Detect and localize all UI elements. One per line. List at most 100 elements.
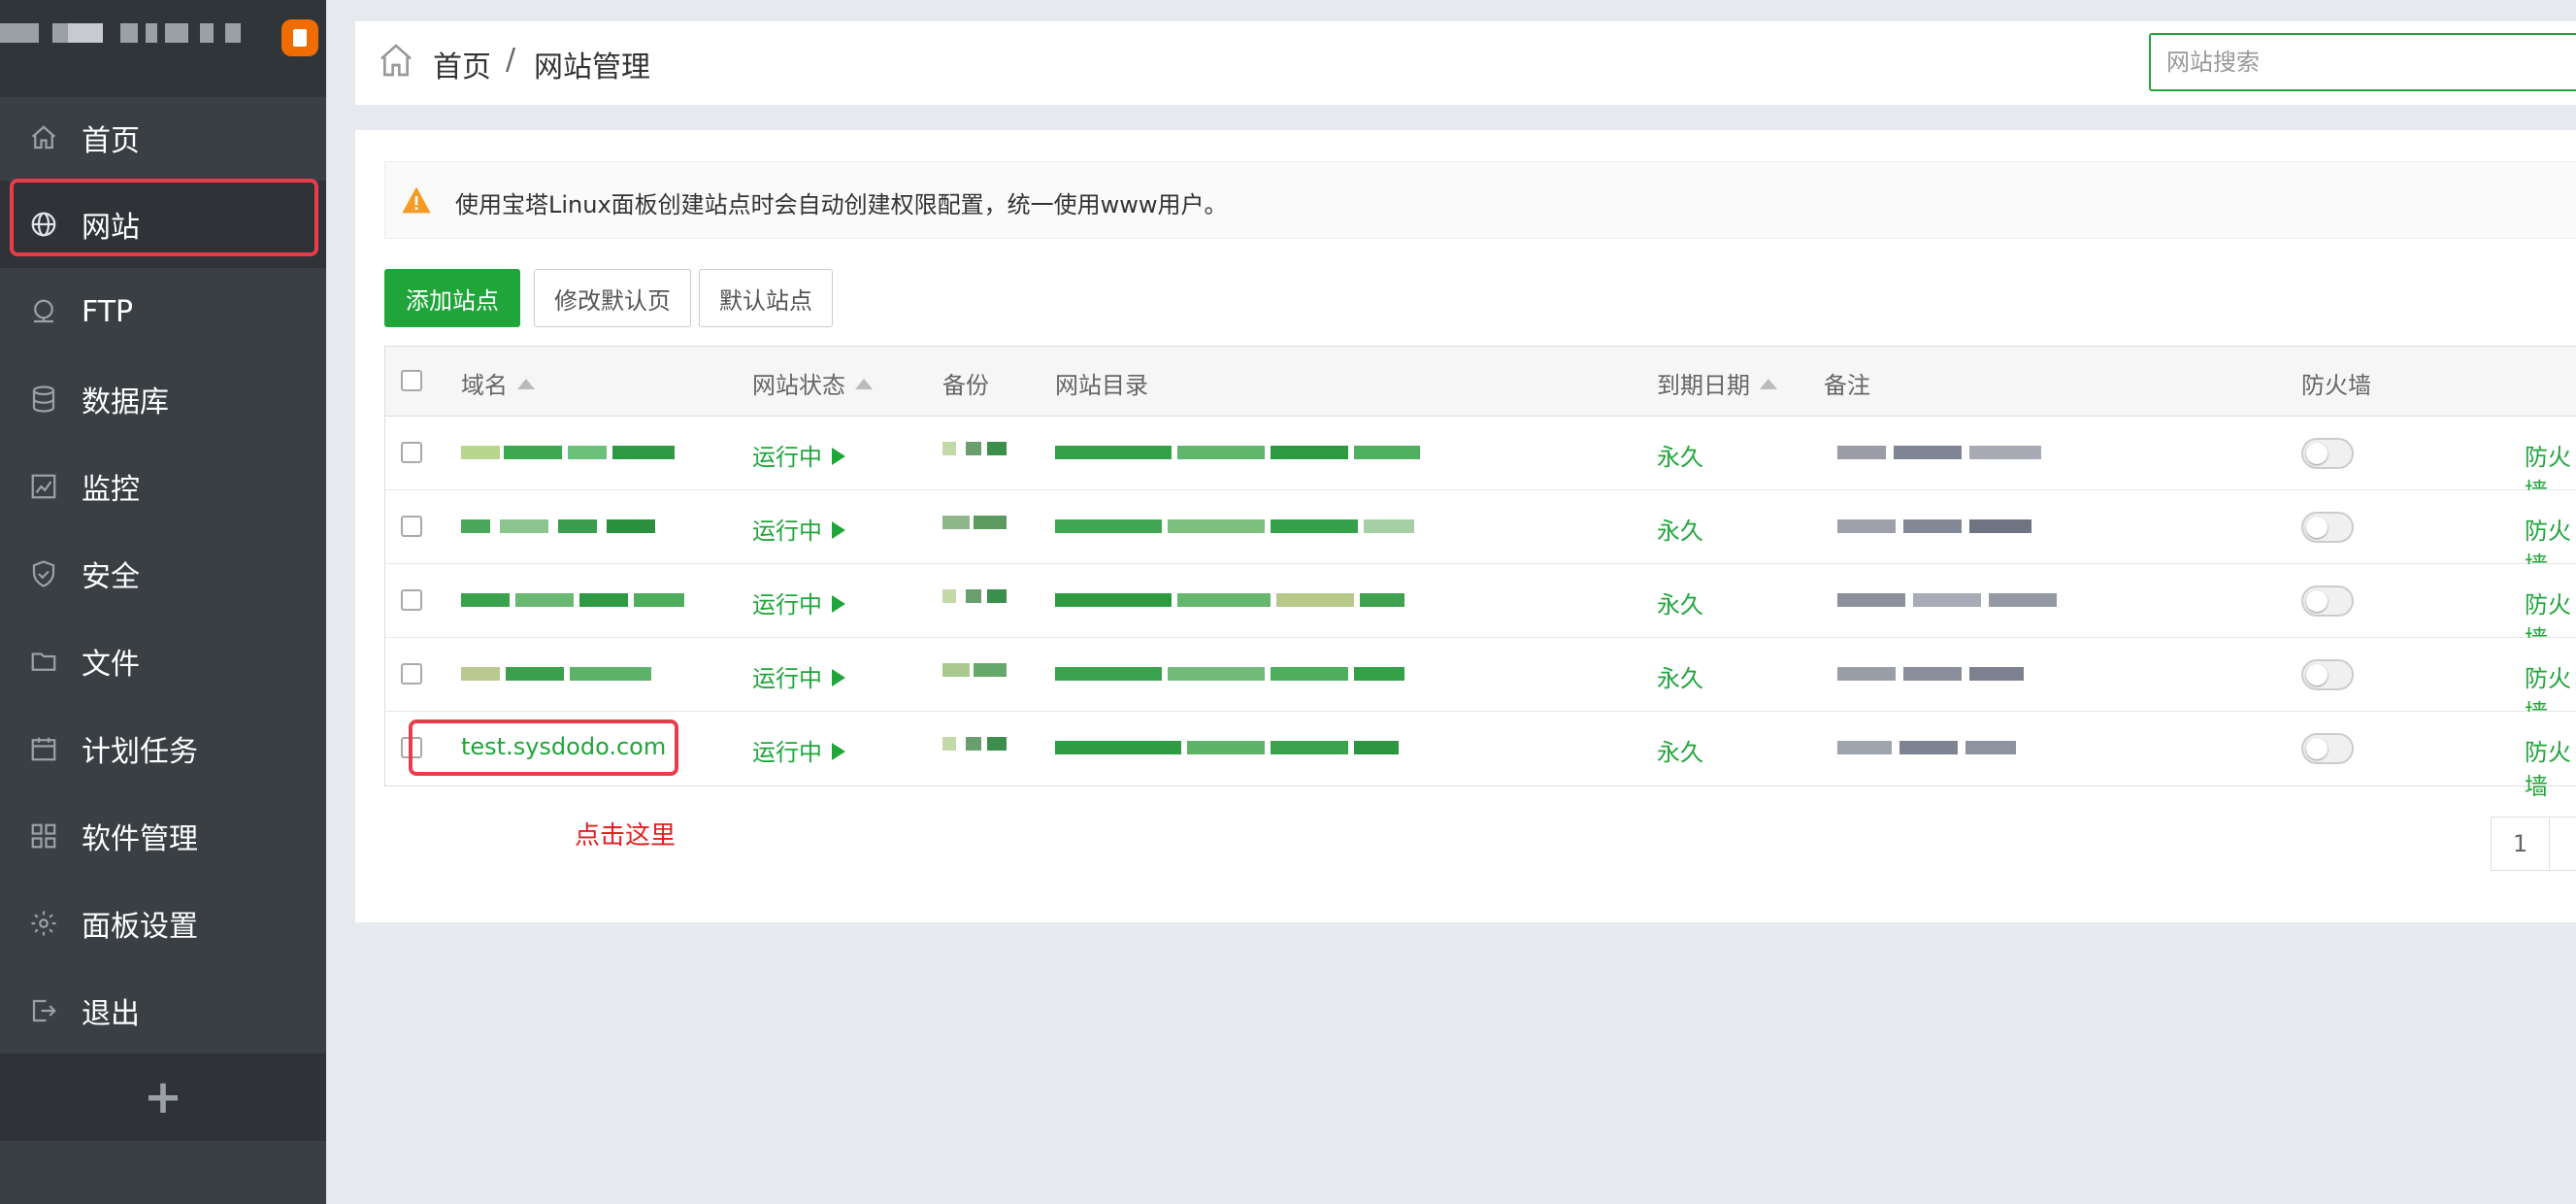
blurred-backup[interactable] (942, 663, 1010, 677)
warning-icon (401, 185, 432, 215)
column-root: 网站目录 (1055, 372, 1148, 399)
sidebar-item-logout[interactable]: 退出 (0, 967, 326, 1054)
firewall-toggle[interactable] (2301, 585, 2354, 617)
expire-date[interactable]: 永久 (1657, 733, 1703, 767)
default-site-button[interactable]: 默认站点 (699, 269, 833, 327)
column-status[interactable]: 网站状态 (752, 366, 873, 400)
select-all-checkbox[interactable] (401, 370, 422, 391)
row-checkbox[interactable] (401, 442, 422, 463)
table-row: 运行中 永久 防火墙 (385, 417, 2576, 505)
notice-text: 使用宝塔Linux面板创建站点时会自动创建权限配置，统一使用www用户。 (455, 191, 1228, 218)
sidebar-item-security[interactable]: 安全 (0, 530, 326, 618)
blurred-remark[interactable] (1837, 741, 2016, 754)
status-running[interactable]: 运行中 (752, 585, 845, 619)
expire-date[interactable]: 永久 (1657, 585, 1703, 619)
column-expire-label: 到期日期 (1657, 372, 1750, 399)
play-icon (832, 521, 845, 539)
sidebar-item-label: 监控 (82, 473, 140, 507)
gear-icon (29, 909, 58, 938)
page-1-button[interactable]: 1 (2492, 818, 2550, 870)
status-text: 运行中 (752, 591, 822, 619)
column-domain[interactable]: 域名 (461, 366, 535, 400)
sidebar-item-database[interactable]: 数据库 (0, 355, 326, 443)
home-icon[interactable] (377, 41, 415, 80)
sidebar-item-software[interactable]: 软件管理 (0, 792, 326, 880)
sidebar-header (0, 0, 326, 97)
website-highlight-box (10, 179, 318, 256)
expire-date[interactable]: 永久 (1657, 659, 1703, 693)
site-search-input[interactable] (2149, 33, 2576, 91)
blurred-root-path[interactable] (1055, 519, 1414, 533)
sidebar-item-label: FTP (82, 294, 134, 329)
sidebar-item-label: 安全 (82, 560, 140, 594)
row-checkbox[interactable] (401, 516, 422, 537)
sidebar-item-label: 计划任务 (82, 735, 198, 769)
blurred-remark[interactable] (1837, 519, 2031, 533)
sidebar-item-files[interactable]: 文件 (0, 618, 326, 705)
blurred-remark[interactable] (1837, 667, 2024, 681)
blurred-server-name (0, 23, 243, 43)
blurred-backup[interactable] (942, 442, 1010, 455)
blurred-domain[interactable] (461, 446, 675, 459)
table-header: 域名 网站状态 备份 网站目录 到期日期 备注 防火墙 (385, 347, 2576, 417)
top-bar: 首页 / 网站管理 (355, 21, 2576, 105)
blurred-domain[interactable] (461, 519, 655, 533)
row-checkbox[interactable] (401, 589, 422, 611)
brand-logo-icon[interactable] (281, 19, 318, 56)
domain-highlight-box (409, 719, 678, 776)
click-here-annotation: 点击这里 (575, 821, 677, 851)
logout-icon (29, 996, 58, 1025)
blurred-root-path[interactable] (1055, 667, 1404, 681)
sidebar-item-label: 数据库 (82, 385, 169, 419)
column-status-label: 网站状态 (752, 372, 845, 399)
column-remark: 备注 (1824, 372, 1870, 399)
status-running[interactable]: 运行中 (752, 659, 845, 693)
status-running[interactable]: 运行中 (752, 438, 845, 472)
expire-date[interactable]: 永久 (1657, 438, 1703, 472)
status-running[interactable]: 运行中 (752, 733, 845, 767)
blurred-root-path[interactable] (1055, 593, 1404, 607)
firewall-toggle[interactable] (2301, 659, 2354, 690)
blurred-domain[interactable] (461, 667, 651, 681)
firewall-link[interactable]: 防火墙 (2525, 733, 2576, 801)
sidebar-item-monitor[interactable]: 监控 (0, 443, 326, 530)
breadcrumb-home[interactable]: 首页 (433, 43, 491, 85)
firewall-toggle[interactable] (2301, 438, 2354, 469)
site-table: 域名 网站状态 备份 网站目录 到期日期 备注 防火墙 运行中 永久 防火墙 (384, 346, 2576, 800)
blurred-backup[interactable] (942, 516, 1010, 529)
firewall-toggle[interactable] (2301, 512, 2354, 543)
status-running[interactable]: 运行中 (752, 512, 845, 546)
add-shortcut-button[interactable]: + (0, 1054, 326, 1141)
breadcrumb-separator: / (506, 43, 516, 77)
sidebar-item-ftp[interactable]: FTP (0, 268, 326, 355)
sidebar-item-settings[interactable]: 面板设置 (0, 880, 326, 967)
blurred-backup[interactable] (942, 589, 1010, 603)
blurred-backup[interactable] (942, 737, 1010, 751)
play-icon (832, 448, 845, 465)
blurred-remark[interactable] (1837, 446, 2041, 459)
blurred-root-path[interactable] (1055, 446, 1420, 459)
column-backup: 备份 (942, 372, 989, 399)
play-icon (832, 743, 845, 760)
firewall-toggle[interactable] (2301, 733, 2354, 764)
status-text: 运行中 (752, 518, 822, 545)
sort-arrow-icon (1760, 378, 1777, 389)
add-site-button[interactable]: 添加站点 (384, 269, 520, 327)
blurred-root-path[interactable] (1055, 741, 1399, 754)
sidebar-item-label: 首页 (82, 124, 140, 158)
blurred-remark[interactable] (1837, 593, 2057, 607)
status-text: 运行中 (752, 665, 822, 692)
column-expire[interactable]: 到期日期 (1657, 366, 1777, 400)
sidebar-item-label: 文件 (82, 648, 140, 682)
sidebar-item-cron[interactable]: 计划任务 (0, 705, 326, 792)
database-icon (29, 385, 58, 414)
blurred-domain[interactable] (461, 593, 684, 607)
folder-icon (29, 647, 58, 676)
sidebar: 首页 网站 FTP 数据库 监控 安全 文件 计划任务 软件管理 面板设置 退出… (0, 0, 326, 1204)
table-row: test.sysdodo.com 运行中 永久 防火墙 (385, 712, 2576, 800)
sidebar-item-home[interactable]: 首页 (0, 94, 326, 182)
edit-default-page-button[interactable]: 修改默认页 (534, 269, 691, 327)
expire-date[interactable]: 永久 (1657, 512, 1703, 546)
sort-arrow-icon (517, 378, 535, 389)
row-checkbox[interactable] (401, 663, 422, 685)
